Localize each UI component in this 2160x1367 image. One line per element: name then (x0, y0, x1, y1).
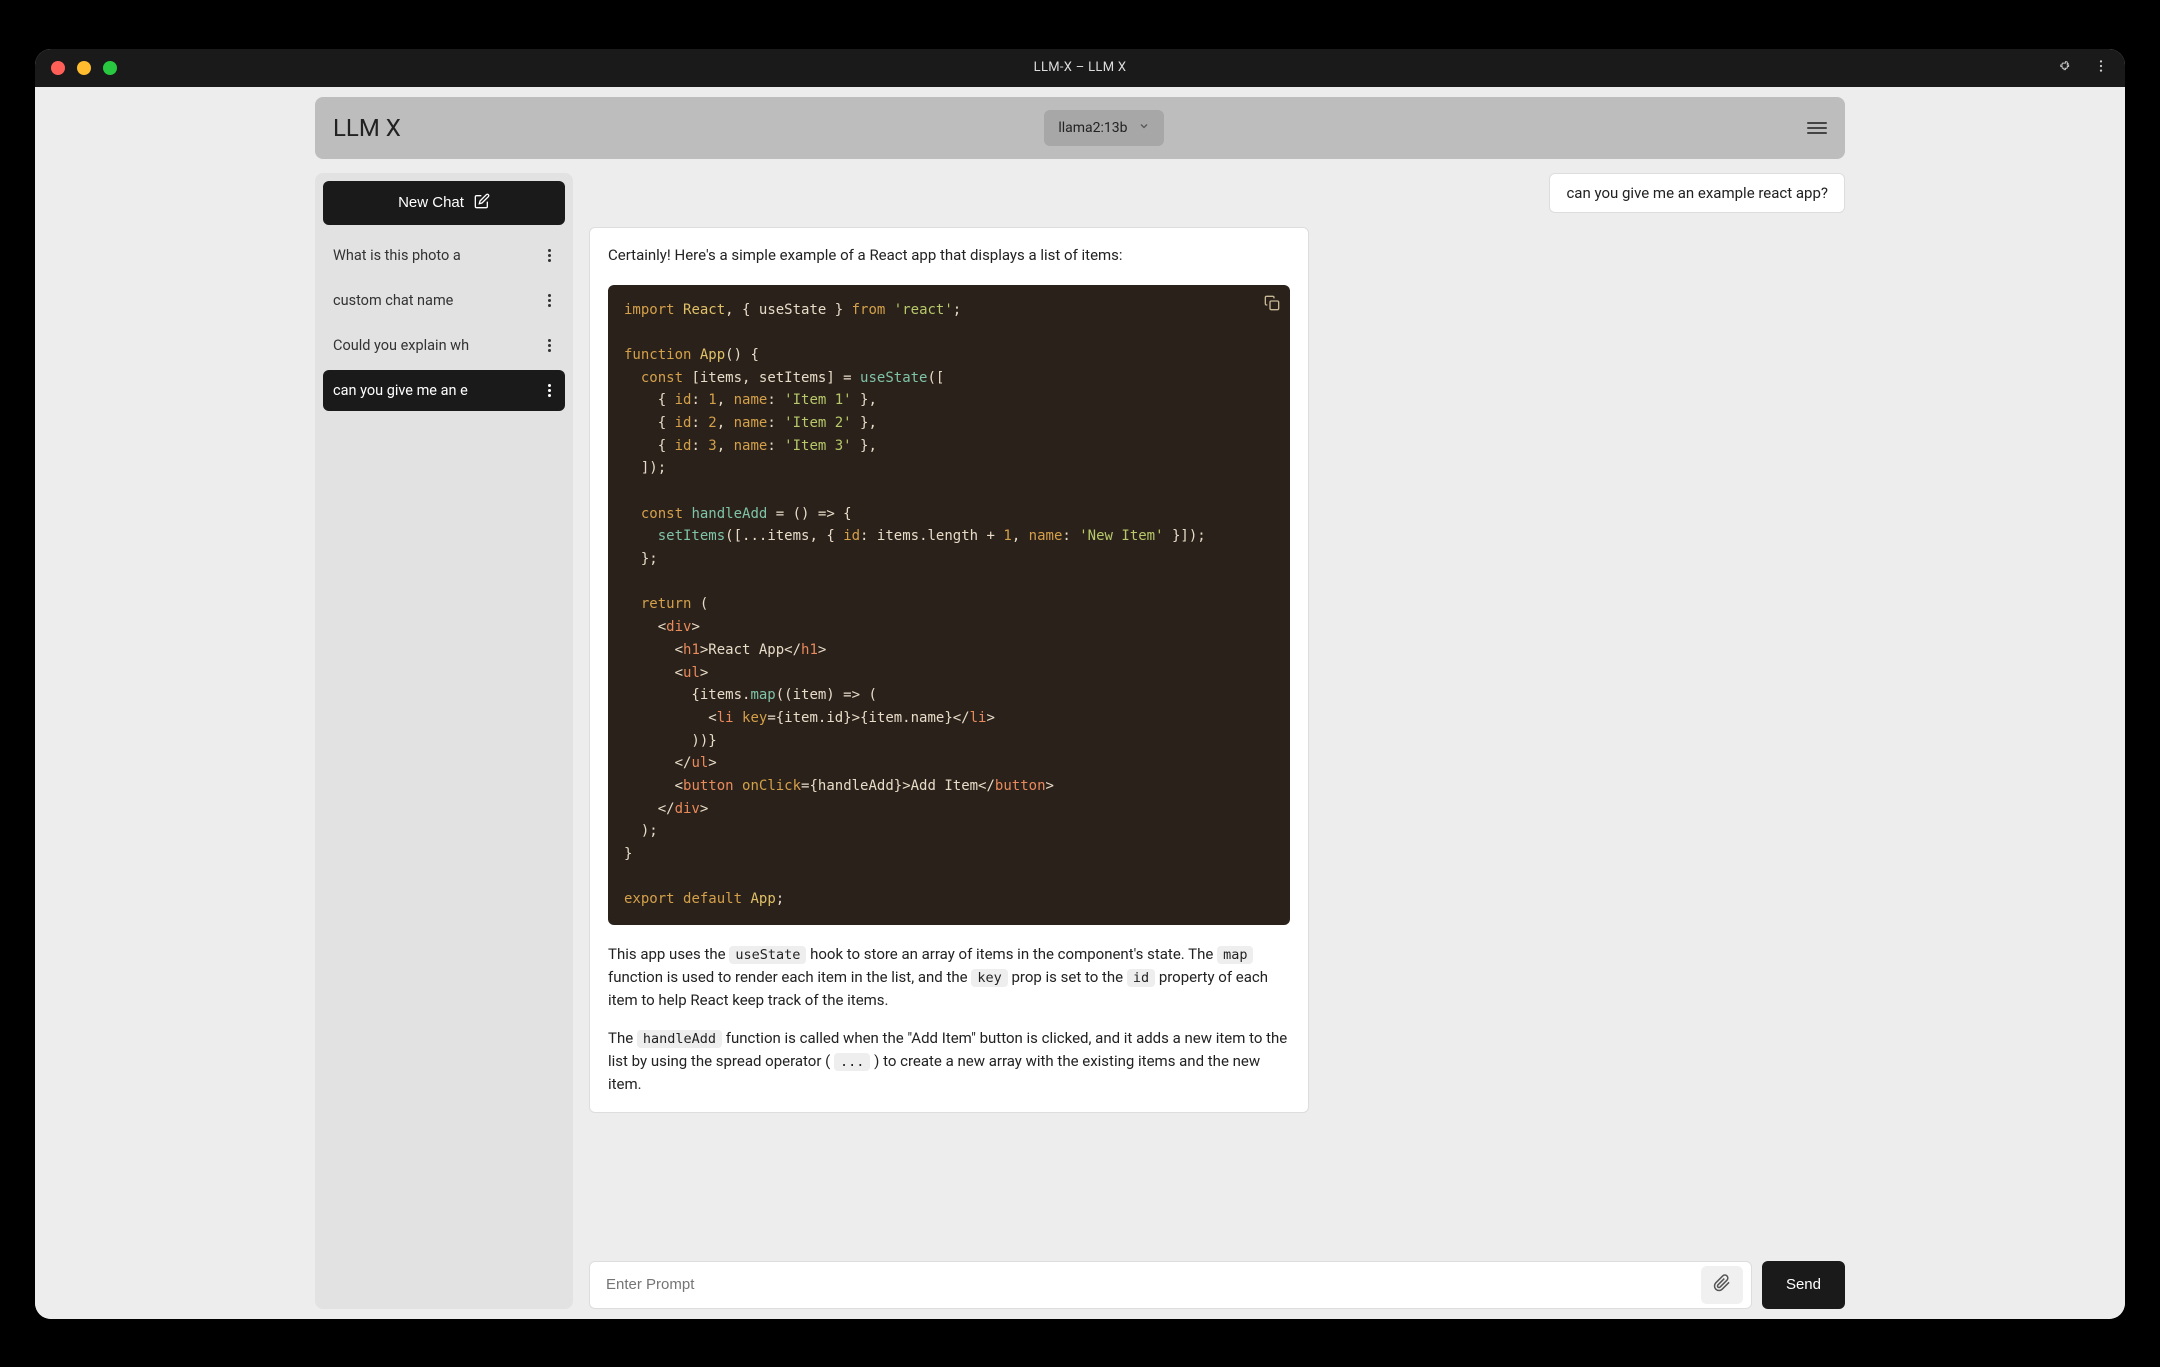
sidebar: New Chat What is this photo a custom cha… (315, 173, 573, 1309)
chat-item-3[interactable]: can you give me an e (323, 370, 565, 411)
messages: can you give me an example react app? Ce… (589, 173, 1845, 1247)
more-vertical-icon[interactable] (544, 339, 555, 352)
traffic-lights (51, 61, 117, 75)
window-title: LLM-X – LLM X (1034, 60, 1127, 75)
chat-item-label: What is this photo a (333, 247, 461, 264)
send-button[interactable]: Send (1762, 1261, 1845, 1309)
assistant-message: Certainly! Here's a simple example of a … (589, 227, 1309, 1114)
prompt-input[interactable] (606, 1262, 1697, 1307)
user-message: can you give me an example react app? (1549, 173, 1845, 213)
paperclip-icon (1713, 1274, 1731, 1295)
model-name: llama2:13b (1058, 120, 1127, 136)
menu-icon[interactable] (1807, 119, 1827, 137)
prompt-input-wrap (589, 1261, 1752, 1309)
new-chat-label: New Chat (398, 194, 464, 211)
edit-icon (474, 193, 490, 213)
app-body: LLM X llama2:13b New Chat (35, 87, 2125, 1319)
model-selector[interactable]: llama2:13b (1044, 110, 1163, 146)
chat-item-label: Could you explain wh (333, 337, 469, 354)
titlebar: LLM-X – LLM X (35, 49, 2125, 87)
chat-item-2[interactable]: Could you explain wh (323, 325, 565, 366)
more-vertical-icon[interactable] (544, 384, 555, 397)
app-title: LLM X (333, 114, 401, 142)
copy-icon[interactable] (1264, 295, 1280, 319)
chat-item-label: custom chat name (333, 292, 453, 309)
chat-item-label: can you give me an e (333, 382, 468, 399)
new-chat-button[interactable]: New Chat (323, 181, 565, 225)
maximize-window-button[interactable] (103, 61, 117, 75)
close-window-button[interactable] (51, 61, 65, 75)
assistant-intro: Certainly! Here's a simple example of a … (608, 244, 1290, 267)
explanation-1: This app uses the useState hook to store… (608, 943, 1290, 1013)
code-content: import React, { useState } from 'react';… (624, 299, 1274, 911)
content-area: can you give me an example react app? Ce… (589, 173, 1845, 1309)
header-bar: LLM X llama2:13b (315, 97, 1845, 159)
more-vertical-icon[interactable] (544, 249, 555, 262)
chevron-down-icon (1138, 120, 1150, 136)
composer: Send (589, 1261, 1845, 1309)
app-window: LLM-X – LLM X LLM X llama2:13b (35, 49, 2125, 1319)
attach-button[interactable] (1701, 1266, 1743, 1304)
minimize-window-button[interactable] (77, 61, 91, 75)
chat-item-0[interactable]: What is this photo a (323, 235, 565, 276)
code-block: import React, { useState } from 'react';… (608, 285, 1290, 925)
extension-icon[interactable] (2057, 58, 2073, 78)
more-vertical-icon[interactable] (544, 294, 555, 307)
explanation-2: The handleAdd function is called when th… (608, 1027, 1290, 1097)
kebab-icon[interactable] (2093, 58, 2109, 78)
chat-item-1[interactable]: custom chat name (323, 280, 565, 321)
